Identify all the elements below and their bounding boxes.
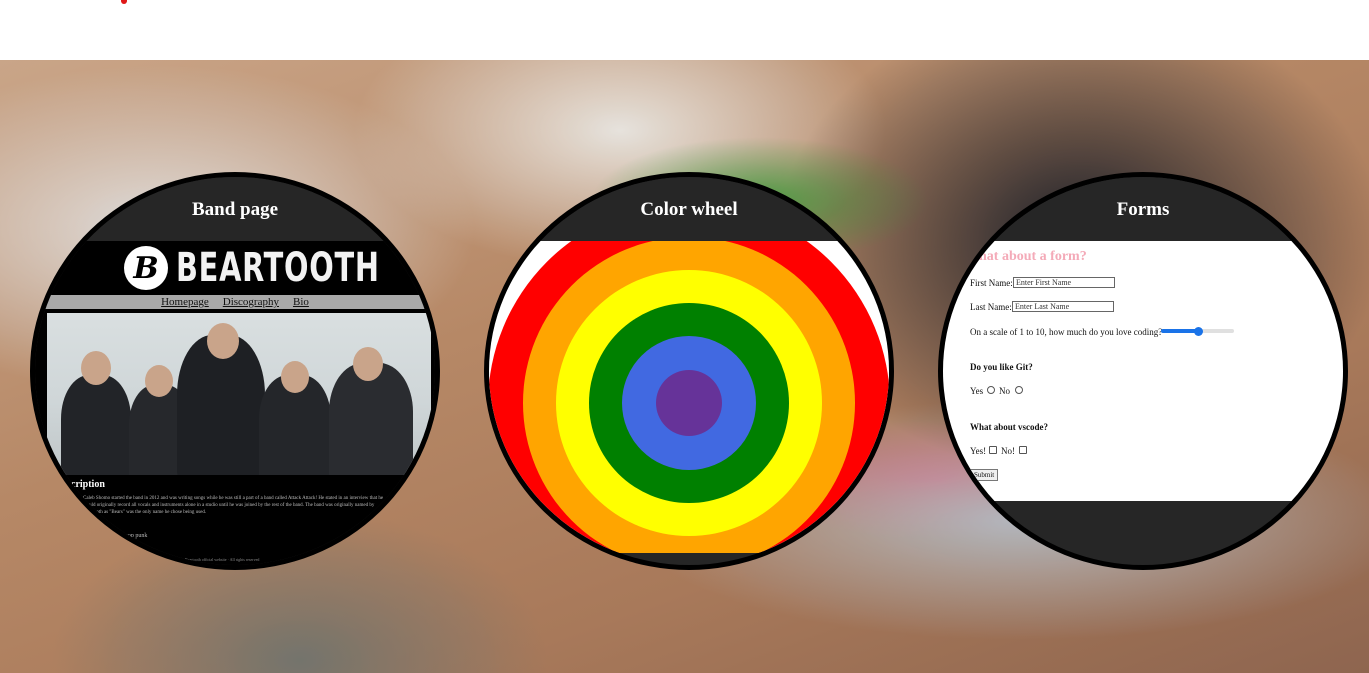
- git-yes-label: Yes: [970, 386, 984, 396]
- card-title: Forms: [943, 177, 1343, 241]
- band-description-title: cription: [71, 479, 105, 490]
- band-nav-discography[interactable]: Discography: [223, 295, 279, 309]
- slider-thumb[interactable]: [1193, 327, 1203, 336]
- band-page-preview: B BEARTOOTH Homepage Discography Bio cri…: [35, 241, 435, 565]
- band-genres: rock, and pop punk: [101, 533, 148, 539]
- band-member-head: [81, 351, 111, 385]
- band-photo: [47, 313, 431, 475]
- band-member-head: [207, 323, 239, 359]
- band-logo: B BEARTOOTH: [35, 241, 435, 295]
- last-name-label: Last Name:: [970, 302, 1012, 312]
- band-member-head: [145, 365, 173, 397]
- top-bar: [0, 0, 1369, 60]
- band-description-text: Caleb Shomo started the band in 2012 and…: [83, 496, 384, 515]
- coding-love-slider[interactable]: [1161, 327, 1234, 336]
- vscode-yes-label: Yes!: [970, 446, 987, 456]
- nav-indicator: [121, 0, 127, 4]
- first-name-label: First Name:: [970, 278, 1013, 288]
- band-nav-homepage[interactable]: Homepage: [161, 295, 209, 309]
- vscode-question: What about vscode?: [970, 422, 1049, 432]
- project-card-color-wheel[interactable]: Color wheel: [484, 172, 894, 570]
- card-title: Color wheel: [489, 177, 889, 241]
- band-footer: Beartooth official website · All rights …: [185, 557, 260, 562]
- card-title: Band page: [35, 177, 435, 241]
- submit-button[interactable]: Submit: [970, 469, 999, 481]
- git-question: Do you like Git?: [970, 362, 1033, 372]
- vscode-yes-checkbox[interactable]: [989, 446, 997, 454]
- color-wheel-preview: [489, 241, 889, 553]
- band-nav: Homepage Discography Bio: [35, 295, 435, 309]
- project-card-band-page[interactable]: Band page B BEARTOOTH Homepage Discograp…: [30, 172, 440, 570]
- vscode-no-checkbox[interactable]: [1019, 446, 1027, 454]
- band-member-head: [353, 347, 383, 381]
- last-name-input[interactable]: Enter Last Name: [1012, 301, 1114, 312]
- band-name: BEARTOOTH: [176, 245, 380, 291]
- slider-fill: [1161, 329, 1198, 333]
- band-member: [61, 375, 131, 475]
- first-name-input[interactable]: Enter First Name: [1013, 277, 1115, 288]
- forms-preview: What about a form? First Name: Enter Fir…: [943, 241, 1343, 501]
- git-yes-radio[interactable]: [987, 386, 995, 394]
- slider-label: On a scale of 1 to 10, how much do you l…: [970, 327, 1163, 337]
- git-no-radio[interactable]: [1015, 386, 1023, 394]
- git-no-label: No: [999, 386, 1010, 396]
- band-nav-bio[interactable]: Bio: [293, 295, 309, 309]
- band-emblem: B: [124, 246, 168, 290]
- band-member-head: [281, 361, 309, 393]
- project-card-forms[interactable]: Forms What about a form? First Name: Ent…: [938, 172, 1348, 570]
- form-heading: What about a form?: [965, 249, 1087, 264]
- ring-purple: [656, 370, 722, 436]
- vscode-no-label: No!: [1001, 446, 1015, 456]
